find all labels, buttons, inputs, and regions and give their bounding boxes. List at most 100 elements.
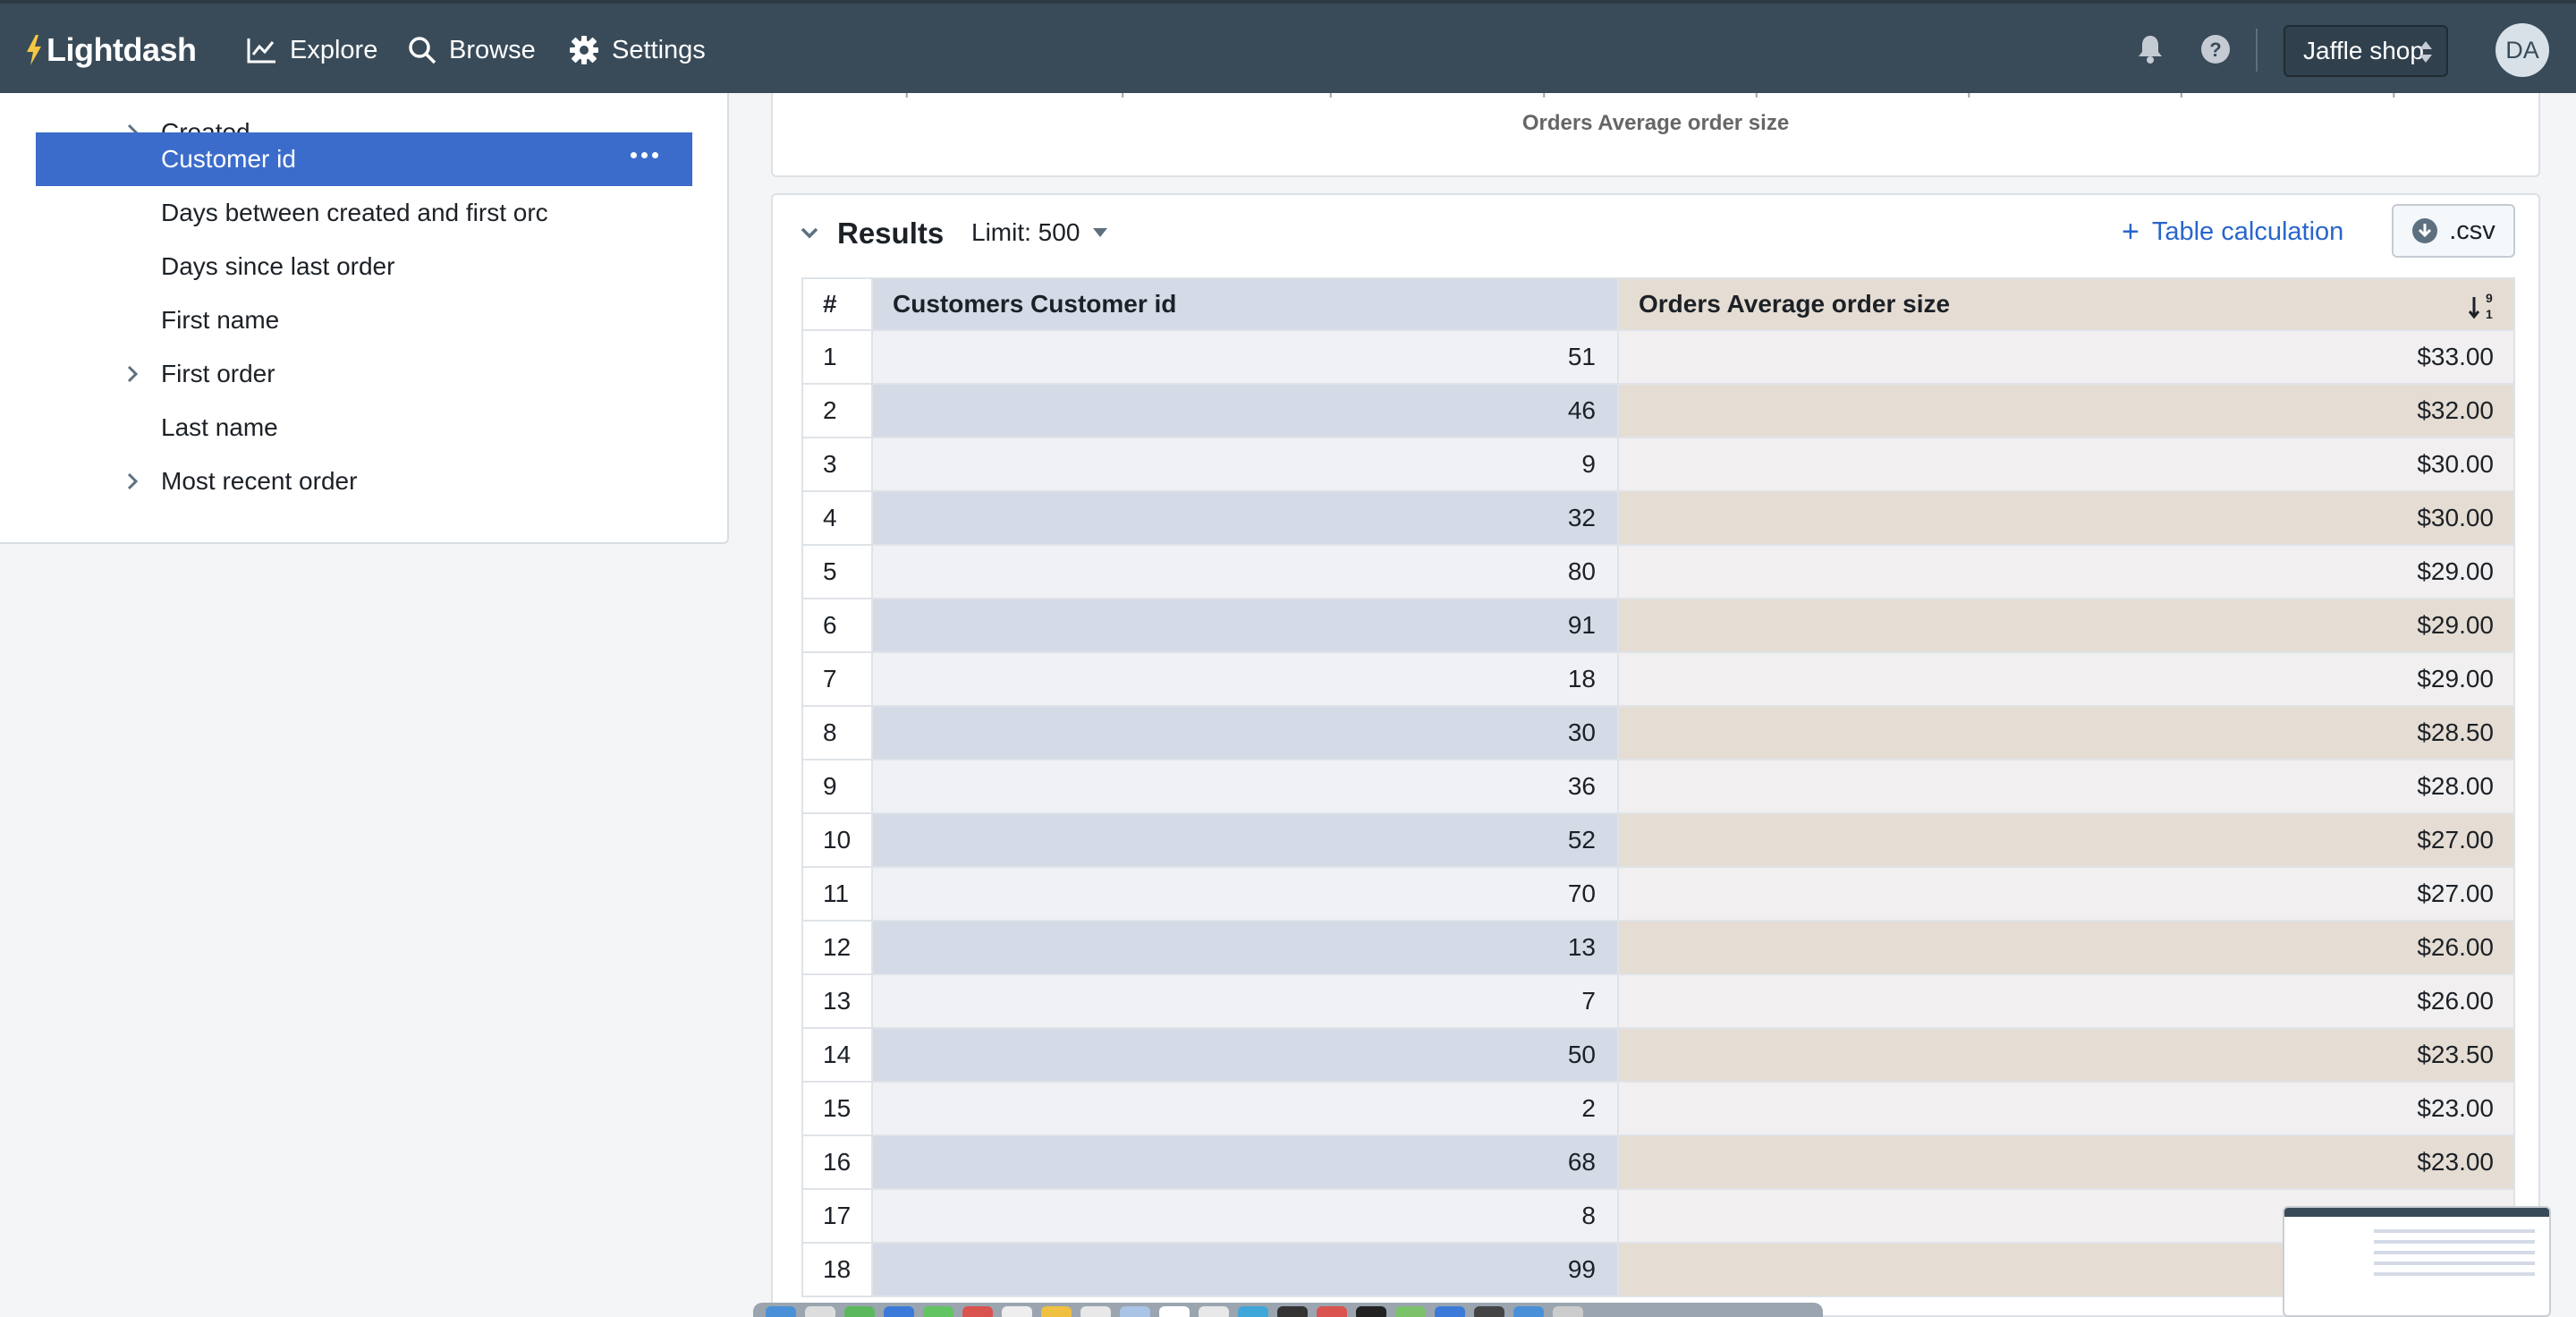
cell-customer-id[interactable]: 13 [873, 922, 1619, 975]
cell-average-order-size[interactable]: $26.00 [1619, 922, 2515, 975]
table-row: 17 8 [801, 1190, 2515, 1244]
cell-row-index: 15 [801, 1083, 873, 1136]
caret-down-icon [1093, 228, 1108, 237]
cell-average-order-size[interactable]: $27.00 [1619, 814, 2515, 868]
cell-customer-id[interactable]: 18 [873, 653, 1619, 707]
download-icon [2412, 218, 2438, 243]
cell-customer-id[interactable]: 46 [873, 385, 1619, 438]
nav-explore-label: Explore [290, 35, 378, 64]
cell-row-index: 16 [801, 1136, 873, 1190]
cell-customer-id[interactable]: 36 [873, 760, 1619, 814]
column-header-customer-id[interactable]: Customers Customer id [873, 277, 1619, 331]
download-csv-button[interactable]: .csv [2392, 204, 2515, 258]
cell-average-order-size[interactable]: $28.50 [1619, 707, 2515, 760]
cell-customer-id[interactable]: 50 [873, 1029, 1619, 1083]
more-options-icon[interactable] [631, 152, 658, 158]
cell-average-order-size[interactable]: $29.00 [1619, 546, 2515, 599]
cell-customer-id[interactable]: 80 [873, 546, 1619, 599]
cell-customer-id[interactable]: 7 [873, 975, 1619, 1029]
tree-item-label: Last name [161, 413, 278, 441]
cell-average-order-size[interactable]: $26.00 [1619, 975, 2515, 1029]
cell-row-index: 5 [801, 546, 873, 599]
plus-icon: + [2122, 215, 2140, 249]
caret-updown-icon [2419, 41, 2432, 63]
tree-item-label: First name [161, 306, 280, 334]
notifications-bell-icon[interactable] [2134, 33, 2166, 65]
cell-row-index: 17 [801, 1190, 873, 1244]
results-table: # Customers Customer id Orders Average o… [801, 277, 2515, 1297]
cell-customer-id[interactable]: 70 [873, 868, 1619, 922]
chart-panel: Orders Average order size [771, 93, 2540, 177]
cell-customer-id[interactable]: 52 [873, 814, 1619, 868]
cell-average-order-size[interactable]: $30.00 [1619, 438, 2515, 492]
tree-item-days-since-last-order[interactable]: Days since last order [36, 240, 692, 293]
cell-row-index: 4 [801, 492, 873, 546]
svg-text:9: 9 [2486, 291, 2493, 305]
table-header-row: # Customers Customer id Orders Average o… [801, 277, 2515, 331]
tree-item-first-order[interactable]: First order [36, 347, 692, 401]
cell-customer-id[interactable]: 51 [873, 331, 1619, 385]
cell-average-order-size[interactable]: $29.00 [1619, 599, 2515, 653]
limit-selector[interactable]: Limit: 500 [971, 218, 1108, 247]
search-icon [409, 37, 436, 64]
help-icon[interactable]: ? [2199, 33, 2232, 65]
nav-browse[interactable]: Browse [408, 30, 536, 70]
nav-settings-label: Settings [612, 35, 706, 64]
lightdash-logo[interactable]: Lightdash [25, 30, 197, 70]
nav-browse-label: Browse [449, 35, 536, 64]
svg-text:1: 1 [2486, 307, 2493, 321]
tree-item-first-name[interactable]: First name [36, 293, 692, 347]
chart-axis-ticks [905, 93, 2395, 98]
screenshot-preview-thumbnail[interactable] [2283, 1206, 2551, 1317]
project-selector[interactable]: Jaffle shop [2284, 25, 2448, 77]
svg-text:?: ? [2209, 38, 2221, 61]
cell-average-order-size[interactable]: $23.00 [1619, 1136, 2515, 1190]
user-avatar[interactable]: DA [2496, 23, 2549, 77]
tree-item-most-recent-order[interactable]: Most recent order [36, 455, 692, 508]
chevron-down-icon[interactable] [800, 225, 819, 240]
cell-customer-id[interactable]: 30 [873, 707, 1619, 760]
cell-row-index: 3 [801, 438, 873, 492]
cell-average-order-size[interactable]: $23.50 [1619, 1029, 2515, 1083]
cell-average-order-size[interactable]: $29.00 [1619, 653, 2515, 707]
logo-text: Lightdash [47, 31, 197, 68]
table-row: 13 7 $26.00 [801, 975, 2515, 1029]
cell-customer-id[interactable]: 8 [873, 1190, 1619, 1244]
tree-item-days-between[interactable]: Days between created and first orc [36, 186, 692, 240]
table-row: 2 46 $32.00 [801, 385, 2515, 438]
chevron-right-icon[interactable] [125, 363, 140, 385]
table-row: 1 51 $33.00 [801, 331, 2515, 385]
cell-customer-id[interactable]: 68 [873, 1136, 1619, 1190]
tree-item-label: Customer id [161, 145, 296, 173]
cell-customer-id[interactable]: 99 [873, 1244, 1619, 1297]
cell-customer-id[interactable]: 91 [873, 599, 1619, 653]
cell-customer-id[interactable]: 9 [873, 438, 1619, 492]
column-header-index: # [801, 277, 873, 331]
table-row: 4 32 $30.00 [801, 492, 2515, 546]
chevron-right-icon[interactable] [125, 471, 140, 492]
cell-average-order-size[interactable]: $23.00 [1619, 1083, 2515, 1136]
cell-average-order-size[interactable]: $33.00 [1619, 331, 2515, 385]
cell-average-order-size[interactable]: $28.00 [1619, 760, 2515, 814]
add-table-calculation-button[interactable]: + Table calculation [2122, 217, 2343, 247]
nav-explore[interactable]: Explore [247, 30, 377, 70]
table-row: 11 70 $27.00 [801, 868, 2515, 922]
cell-row-index: 18 [801, 1244, 873, 1297]
project-name: Jaffle shop [2303, 37, 2424, 64]
lightning-bolt-icon [27, 35, 41, 65]
os-dock[interactable] [753, 1303, 1823, 1317]
sort-descending-icon[interactable]: 9 1 [2467, 290, 2494, 322]
table-row: 10 52 $27.00 [801, 814, 2515, 868]
cell-average-order-size[interactable]: $30.00 [1619, 492, 2515, 546]
gear-icon [570, 36, 598, 64]
table-row: 5 80 $29.00 [801, 546, 2515, 599]
cell-average-order-size[interactable]: $32.00 [1619, 385, 2515, 438]
tree-item-label: Days between created and first orc [161, 199, 548, 226]
tree-item-customer-id[interactable]: Customer id [36, 132, 692, 186]
column-header-average-order-size[interactable]: Orders Average order size 9 1 [1619, 277, 2515, 331]
cell-customer-id[interactable]: 2 [873, 1083, 1619, 1136]
cell-average-order-size[interactable]: $27.00 [1619, 868, 2515, 922]
tree-item-last-name[interactable]: Last name [36, 401, 692, 455]
nav-settings[interactable]: Settings [569, 30, 706, 70]
cell-customer-id[interactable]: 32 [873, 492, 1619, 546]
